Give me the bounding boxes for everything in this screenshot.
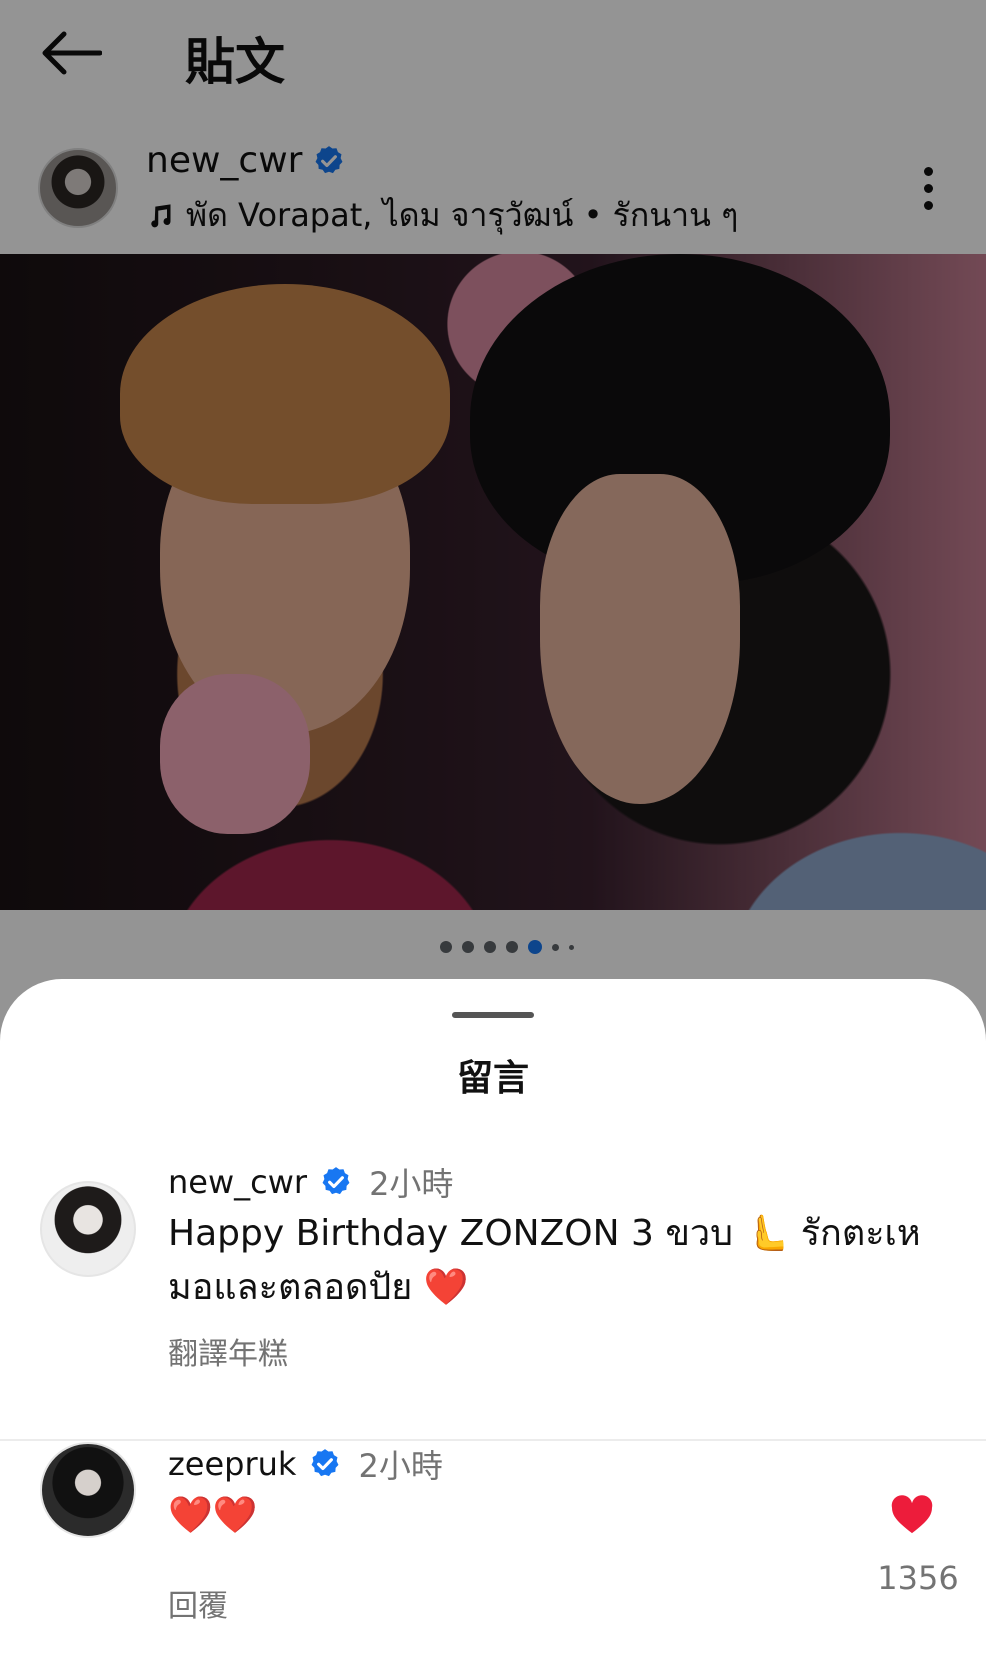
like-button[interactable] xyxy=(872,1495,952,1539)
photo-region xyxy=(120,284,450,504)
music-label: พัด Vorapat, ไดม จารุวัฒน์ • รักนาน ๆ xyxy=(186,196,739,234)
comment-username[interactable]: new_cwr xyxy=(168,1163,307,1201)
carousel-dot xyxy=(506,941,518,953)
carousel-dot-active xyxy=(528,940,542,954)
arrow-left-icon xyxy=(42,31,102,75)
carousel-dot xyxy=(462,941,474,953)
post-media[interactable] xyxy=(0,254,986,910)
comment-item: zeepruk 2小時 ❤️❤️ 回覆 1356 xyxy=(0,1441,986,1661)
verified-badge-icon xyxy=(311,1449,339,1477)
verified-badge-icon xyxy=(315,145,343,173)
comment-text: Happy Birthday ZONZON 3 ขวบ 🫷 รักตะเหมอแ… xyxy=(168,1213,921,1308)
more-dot-icon xyxy=(923,166,933,176)
more-dot-icon xyxy=(923,200,933,210)
comment-text: ❤️❤️ xyxy=(168,1495,258,1536)
page-title: 貼文 xyxy=(185,33,285,91)
post-header: new_cwr พัด Vorapat, ไดม จารุวัฒน์ • รัก… xyxy=(0,140,986,240)
more-dot-icon xyxy=(923,183,933,193)
post-music[interactable]: พัด Vorapat, ไดม จารุวัฒน์ • รักนาน ๆ xyxy=(146,190,738,241)
avatar[interactable] xyxy=(40,1442,136,1538)
music-note-icon xyxy=(151,203,171,227)
carousel-dot xyxy=(440,941,452,953)
comment-time: 2小時 xyxy=(358,1447,443,1485)
photo-region xyxy=(160,674,310,834)
comment-time: 2小時 xyxy=(369,1165,454,1203)
comment-header: new_cwr 2小時 xyxy=(168,1159,453,1205)
sheet-title: 留言 xyxy=(456,1058,529,1099)
comment-item: new_cwr 2小時 Happy Birthday ZONZON 3 ขวบ … xyxy=(0,1159,986,1419)
photo-region xyxy=(540,474,740,804)
like-count: 1356 xyxy=(877,1559,959,1597)
top-bar: 貼文 xyxy=(0,0,986,110)
comment-divider xyxy=(0,1439,986,1441)
comments-sheet: 留言 new_cwr 2小時 Happy Birthday ZONZON 3 ข… xyxy=(0,979,986,1661)
carousel-dot xyxy=(552,943,559,951)
avatar[interactable] xyxy=(40,1181,136,1277)
post-author-avatar[interactable] xyxy=(38,148,118,228)
carousel-dot xyxy=(484,941,496,953)
verified-badge-icon xyxy=(322,1167,350,1195)
heart-filled-icon xyxy=(891,1495,933,1534)
carousel-indicator xyxy=(440,940,574,954)
back-button[interactable] xyxy=(38,28,104,78)
carousel-dot xyxy=(569,944,574,950)
comment-header: zeepruk 2小時 xyxy=(168,1441,443,1487)
sheet-drag-handle[interactable] xyxy=(452,1012,534,1018)
comment-username[interactable]: zeepruk xyxy=(168,1445,296,1483)
post-username: new_cwr xyxy=(146,140,303,181)
translate-link[interactable]: 翻譯年糕 xyxy=(168,1329,288,1373)
post-author[interactable]: new_cwr xyxy=(146,140,346,181)
more-options-button[interactable] xyxy=(908,158,948,218)
reply-link[interactable]: 回覆 xyxy=(168,1581,228,1625)
